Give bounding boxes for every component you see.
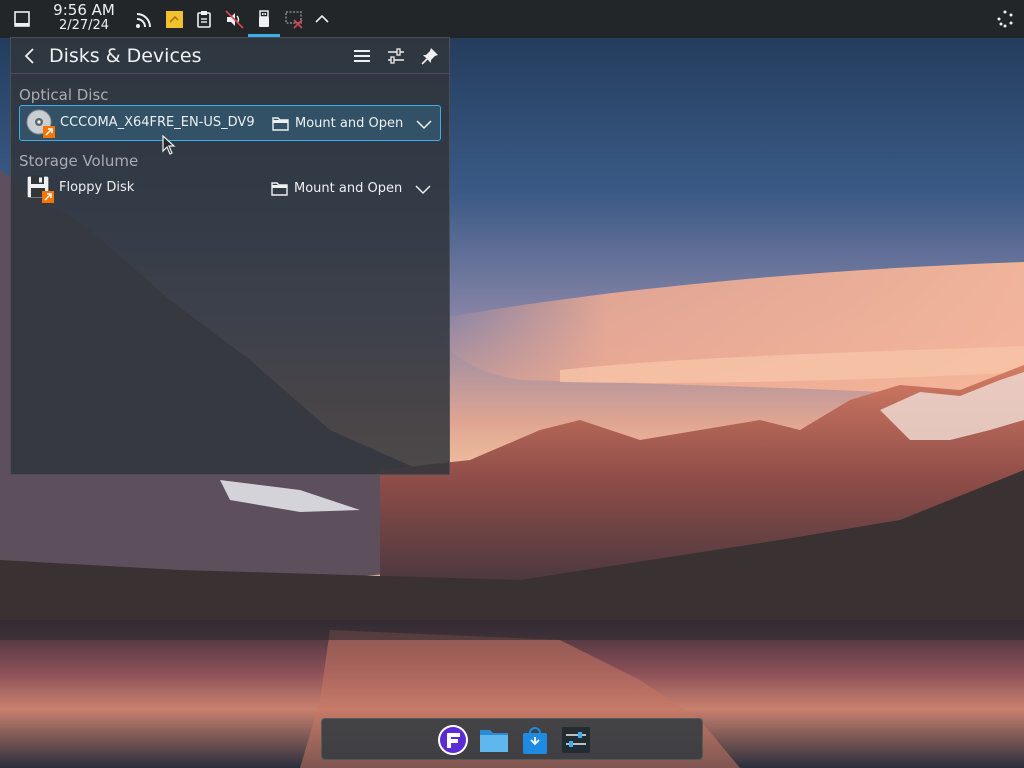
action-label: Mount and Open — [295, 115, 404, 131]
clock-date: 2/27/24 — [58, 18, 110, 33]
chevron-up-icon — [315, 14, 329, 23]
device-name: CCCOMA_X64FRE_EN-US_DV9 — [60, 115, 255, 130]
mouse-cursor-icon — [162, 134, 176, 157]
folder-icon — [272, 116, 289, 131]
sticky-note-icon[interactable] — [164, 9, 184, 29]
device-row-optical-disc[interactable]: CCCOMA_X64FRE_EN-US_DV9 Mount and Open — [19, 105, 441, 141]
back-button[interactable] — [17, 43, 43, 69]
window-icon — [14, 11, 30, 27]
popup-title: Disks & Devices — [49, 45, 202, 67]
chevron-down-icon — [415, 185, 431, 195]
sliders-icon — [388, 48, 404, 64]
section-title-optical-disc: Optical Disc — [19, 86, 109, 104]
mount-and-open-button[interactable]: Mount and Open — [272, 113, 403, 133]
rss-icon[interactable] — [134, 10, 154, 30]
chevron-down-icon — [416, 120, 432, 130]
expand-button[interactable] — [413, 179, 433, 199]
section-title-storage-volume: Storage Volume — [19, 152, 139, 170]
dock-panel — [321, 718, 703, 760]
device-name: Floppy Disk — [59, 180, 135, 195]
digital-clock[interactable]: 9:56 AM 2/27/24 — [48, 1, 120, 34]
pin-button[interactable] — [417, 43, 443, 69]
popup-header: Disks & Devices — [11, 38, 449, 74]
device-row-floppy-disk[interactable]: Floppy Disk Mount and Open — [19, 171, 441, 207]
edit-mode-button[interactable] — [994, 9, 1016, 29]
expand-button[interactable] — [414, 114, 434, 134]
pin-icon — [421, 48, 438, 65]
app-launcher-icon[interactable] — [437, 724, 469, 756]
show-hidden-icons-button[interactable] — [312, 9, 332, 29]
action-label: Mount and Open — [294, 180, 403, 196]
floppy-disk-icon — [25, 174, 55, 204]
show-desktop-button[interactable] — [12, 9, 32, 29]
configure-button[interactable] — [383, 43, 409, 69]
display-disconnected-icon[interactable] — [284, 9, 304, 29]
menu-button[interactable] — [349, 43, 375, 69]
dots-icon — [997, 10, 1013, 28]
app-store-icon[interactable] — [519, 724, 551, 756]
top-panel: 9:56 AM 2/27/24 — [0, 0, 1024, 38]
volume-muted-icon[interactable] — [224, 9, 244, 29]
disks-devices-popup: Disks & Devices Optical Disc CCCOMA_X64F… — [10, 37, 450, 475]
system-settings-icon[interactable] — [560, 724, 592, 756]
hamburger-menu-icon — [354, 50, 370, 62]
clipboard-icon[interactable] — [194, 9, 214, 29]
usb-drive-icon[interactable] — [254, 9, 274, 29]
chevron-left-icon — [24, 48, 34, 64]
mount-and-open-button[interactable]: Mount and Open — [271, 178, 402, 198]
clock-time: 9:56 AM — [53, 1, 115, 19]
optical-disc-icon — [26, 109, 56, 139]
file-manager-icon[interactable] — [478, 724, 510, 756]
folder-icon — [271, 181, 288, 196]
